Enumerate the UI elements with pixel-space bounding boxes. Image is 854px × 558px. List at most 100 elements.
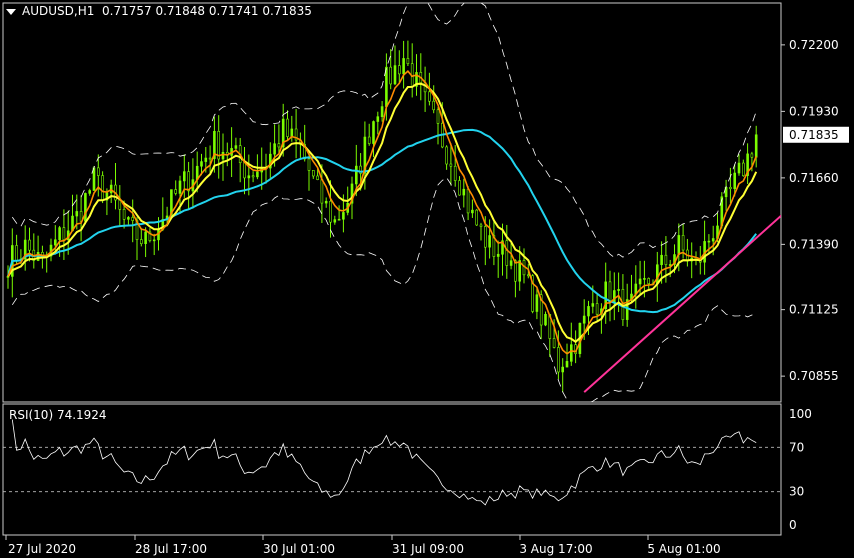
candle-body bbox=[92, 167, 96, 191]
candle-body bbox=[15, 245, 18, 261]
candle-body bbox=[333, 219, 337, 223]
candle-body bbox=[711, 238, 715, 242]
x-tick-label: 3 Aug 17:00 bbox=[519, 542, 592, 556]
candle-body bbox=[445, 146, 448, 165]
candle-body bbox=[737, 162, 741, 174]
candle-body bbox=[144, 231, 147, 244]
candle-body bbox=[251, 175, 255, 178]
candle-body bbox=[660, 254, 663, 266]
price-panel[interactable] bbox=[6, 0, 851, 408]
candle-body bbox=[58, 227, 61, 241]
candle-body bbox=[557, 347, 560, 373]
candle-body bbox=[647, 278, 651, 284]
candle-body bbox=[655, 264, 659, 285]
candle-body bbox=[643, 278, 646, 280]
candle-body bbox=[436, 109, 440, 124]
candle-body bbox=[118, 199, 122, 210]
candle-body bbox=[526, 274, 530, 277]
candle-body bbox=[277, 143, 281, 148]
candle-body bbox=[681, 235, 685, 251]
candle-body bbox=[101, 175, 104, 201]
candle-body bbox=[75, 211, 79, 217]
candle-body bbox=[397, 65, 401, 75]
candle-body bbox=[428, 91, 431, 102]
candle-body bbox=[88, 190, 91, 194]
y-tick-label: 0.70855 bbox=[789, 369, 839, 383]
axes: 0.72200 0.71930 0.71660 0.71390 0.71125 0.708… bbox=[5, 38, 849, 556]
trendline[interactable] bbox=[583, 153, 851, 393]
candle-body bbox=[234, 145, 238, 149]
candle-body bbox=[514, 260, 517, 282]
x-tick-label: 30 Jul 01:00 bbox=[263, 542, 335, 556]
candle-body bbox=[62, 227, 66, 240]
candle-body bbox=[466, 188, 470, 214]
candle-body bbox=[53, 239, 57, 246]
x-tick-label: 27 Jul 2020 bbox=[8, 542, 76, 556]
price-header: AUDUSD,H1 0.71757 0.71848 0.71741 0.7183… bbox=[22, 4, 312, 18]
candle-body bbox=[200, 161, 203, 167]
candle-body bbox=[449, 163, 453, 167]
candle-body bbox=[342, 212, 345, 220]
rsi-tick-label: 100 bbox=[789, 407, 812, 421]
x-tick-label: 31 Jul 09:00 bbox=[392, 542, 464, 556]
y-tick-label: 0.71930 bbox=[789, 104, 839, 118]
candle-body bbox=[354, 165, 358, 185]
candle-body bbox=[608, 281, 612, 303]
candle-body bbox=[402, 58, 405, 75]
candle-body bbox=[247, 175, 251, 179]
candle-body bbox=[483, 226, 487, 248]
rsi-panel[interactable] bbox=[3, 419, 781, 506]
candle-body bbox=[754, 134, 758, 158]
candle-body bbox=[337, 218, 341, 221]
candle-body bbox=[544, 313, 547, 326]
chart-canvas: 0.72200 0.71930 0.71660 0.71390 0.71125 0.708… bbox=[2, 0, 851, 556]
candle-body bbox=[187, 171, 190, 192]
ohlc-values: 0.71757 0.71848 0.71741 0.71835 bbox=[102, 4, 312, 18]
candle-body bbox=[178, 180, 182, 194]
candle-body bbox=[97, 167, 100, 176]
candle-body bbox=[174, 189, 177, 194]
candle-body bbox=[505, 240, 509, 266]
candle-body bbox=[591, 303, 595, 307]
candle-body bbox=[569, 344, 573, 362]
candle-body bbox=[204, 157, 208, 162]
candle-body bbox=[140, 239, 143, 244]
candle-body bbox=[453, 165, 457, 181]
candle-body bbox=[127, 217, 130, 220]
candle-body bbox=[668, 264, 672, 266]
candle-body bbox=[471, 209, 474, 214]
candle-body bbox=[320, 179, 324, 204]
candle-body bbox=[677, 235, 681, 255]
candle-body bbox=[273, 143, 276, 155]
candle-body bbox=[221, 151, 225, 160]
rsi-header: RSI(10) 74.1924 bbox=[9, 408, 107, 422]
candle-body bbox=[462, 188, 466, 196]
candle-body bbox=[458, 180, 461, 196]
candle-body bbox=[535, 294, 539, 312]
candle-body bbox=[496, 253, 500, 257]
candle-body bbox=[707, 240, 711, 243]
y-tick-label: 0.71125 bbox=[789, 303, 839, 317]
rsi-panel-frame bbox=[2, 403, 782, 536]
candle-body bbox=[28, 239, 31, 251]
candle-body bbox=[311, 170, 315, 177]
candle-body bbox=[324, 200, 328, 204]
candle-body bbox=[617, 289, 620, 291]
candle-body bbox=[638, 278, 642, 285]
candle-body bbox=[122, 209, 126, 220]
candle-body bbox=[582, 315, 586, 324]
candle-body bbox=[475, 209, 479, 226]
candle-body bbox=[479, 224, 483, 227]
candle-body bbox=[552, 338, 556, 348]
candle-body bbox=[741, 162, 745, 176]
rsi-line bbox=[11, 419, 757, 506]
candle-body bbox=[367, 136, 371, 144]
x-tick-label: 5 Aug 01:00 bbox=[647, 542, 720, 556]
symbol-menu-icon[interactable] bbox=[6, 9, 16, 15]
candle-body bbox=[406, 58, 410, 64]
candle-body bbox=[131, 217, 134, 221]
candle-body bbox=[595, 303, 599, 315]
candle-body bbox=[385, 66, 388, 107]
candle-body bbox=[729, 186, 732, 190]
candle-body bbox=[316, 175, 319, 180]
